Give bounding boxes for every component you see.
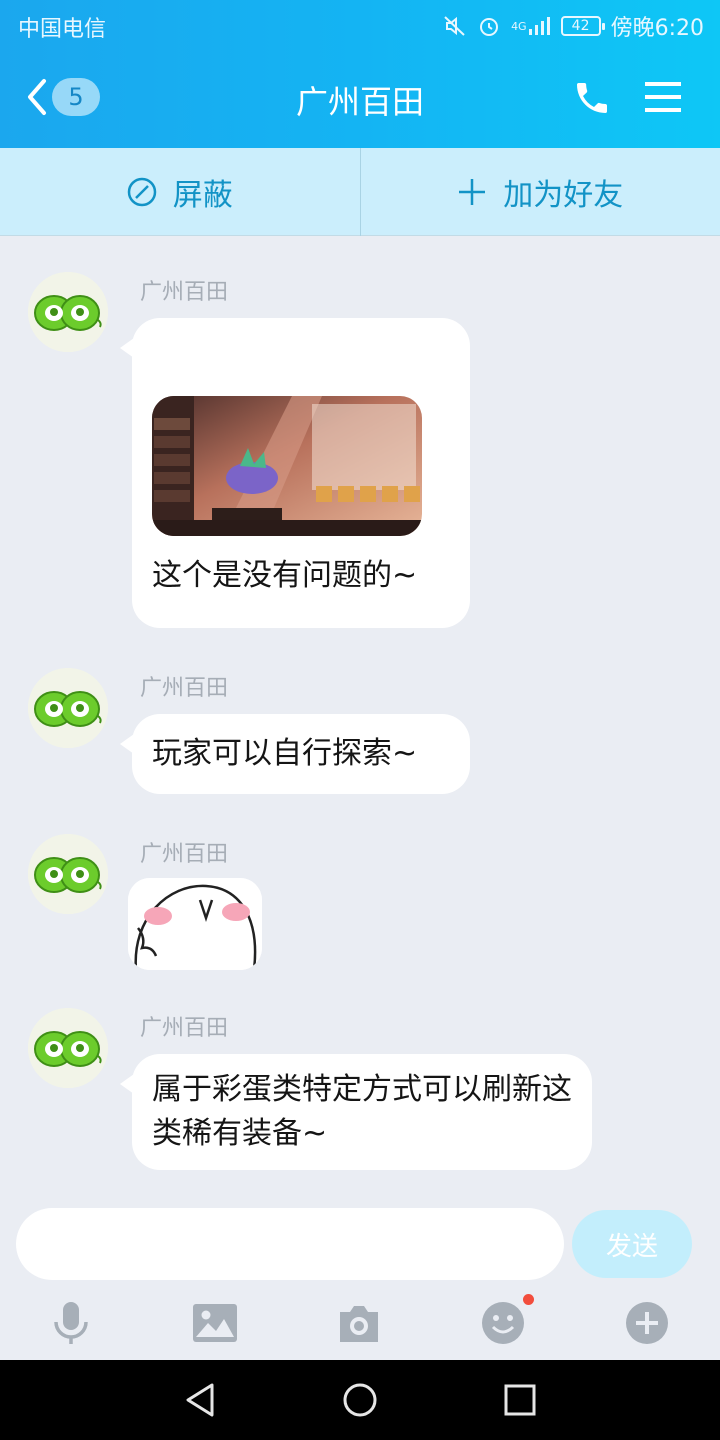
- chat-title: 广州百田: [295, 83, 424, 121]
- add-icon: [626, 1302, 668, 1344]
- avatar[interactable]: [28, 272, 108, 352]
- status-bar: 中国电信 4G 42 傍晚6:20: [0, 0, 720, 50]
- menu-button[interactable]: [645, 80, 681, 118]
- message-bubble[interactable]: 属于彩蛋类特定方式可以刷新这类稀有装备~: [120, 1054, 592, 1170]
- carrier-label: 中国电信: [18, 17, 107, 42]
- avatar-logo-icon: [28, 1008, 108, 1088]
- call-button[interactable]: [572, 78, 612, 122]
- nav-home-button[interactable]: [340, 1380, 380, 1420]
- emoji-button[interactable]: [478, 1294, 534, 1348]
- nav-back-icon: [186, 1383, 214, 1417]
- message-bubble[interactable]: 玩家可以自行探索~: [120, 714, 470, 794]
- battery-icon: 42: [560, 16, 605, 36]
- composer: 发送: [0, 1196, 720, 1290]
- menu-icon: [645, 82, 681, 112]
- sender-name: 广州百田: [140, 676, 229, 701]
- sender-name: 广州百田: [140, 842, 229, 867]
- avatar-logo-icon: [28, 272, 108, 352]
- message-text: 这个是没有问题的~: [152, 558, 418, 593]
- image-button[interactable]: [190, 1298, 240, 1348]
- camera-button[interactable]: [334, 1298, 384, 1348]
- phone-icon: [577, 83, 607, 113]
- more-button[interactable]: [622, 1298, 672, 1348]
- sender-name: 广州百田: [140, 1016, 229, 1041]
- nav-home-icon: [343, 1383, 377, 1417]
- clock-label: 傍晚6:20: [610, 16, 704, 41]
- message-text: 属于彩蛋类特定方式可以刷新这类稀有装备~: [152, 1072, 572, 1151]
- mute-icon: [443, 14, 467, 38]
- add-friend-label: 加为好友: [503, 177, 624, 213]
- nav-recents-icon: [504, 1384, 536, 1416]
- add-friend-button[interactable]: 加为好友: [361, 148, 720, 235]
- message-text: 玩家可以自行探索~: [152, 736, 418, 771]
- sender-name: 广州百田: [140, 280, 229, 305]
- avatar[interactable]: [28, 668, 108, 748]
- signal-icon: 4G: [511, 15, 551, 37]
- game-screenshot-image[interactable]: [152, 396, 422, 536]
- camera-icon: [340, 1306, 378, 1342]
- network-label: 4G: [511, 19, 527, 33]
- block-label: 屏蔽: [172, 177, 233, 213]
- voice-button[interactable]: [46, 1298, 96, 1348]
- emoji-icon: [482, 1302, 524, 1344]
- alarm-icon: [477, 14, 501, 38]
- stranger-action-bar: 屏蔽 加为好友: [0, 148, 720, 236]
- chat-header: 5 广州百田: [0, 50, 720, 148]
- block-button[interactable]: 屏蔽: [0, 148, 360, 235]
- block-icon: [127, 177, 156, 206]
- message-bubble[interactable]: 这个是没有问题的~: [120, 318, 470, 628]
- avatar[interactable]: [28, 834, 108, 914]
- image-icon: [193, 1304, 237, 1342]
- send-button[interactable]: 发送: [572, 1210, 692, 1278]
- avatar-logo-icon: [28, 834, 108, 914]
- composer-toolbar: [0, 1290, 720, 1360]
- message-input[interactable]: [16, 1208, 564, 1280]
- avatar[interactable]: [28, 1008, 108, 1088]
- notification-dot: [523, 1294, 534, 1305]
- nav-recents-button[interactable]: [500, 1380, 540, 1420]
- nav-back-button[interactable]: [180, 1380, 220, 1420]
- status-icons: 4G 42 傍晚6:20: [443, 10, 704, 42]
- plus-icon: [459, 178, 486, 205]
- microphone-icon: [54, 1302, 88, 1344]
- sticker-image[interactable]: [128, 878, 262, 970]
- system-navigation-bar: [0, 1360, 720, 1440]
- avatar-logo-icon: [28, 668, 108, 748]
